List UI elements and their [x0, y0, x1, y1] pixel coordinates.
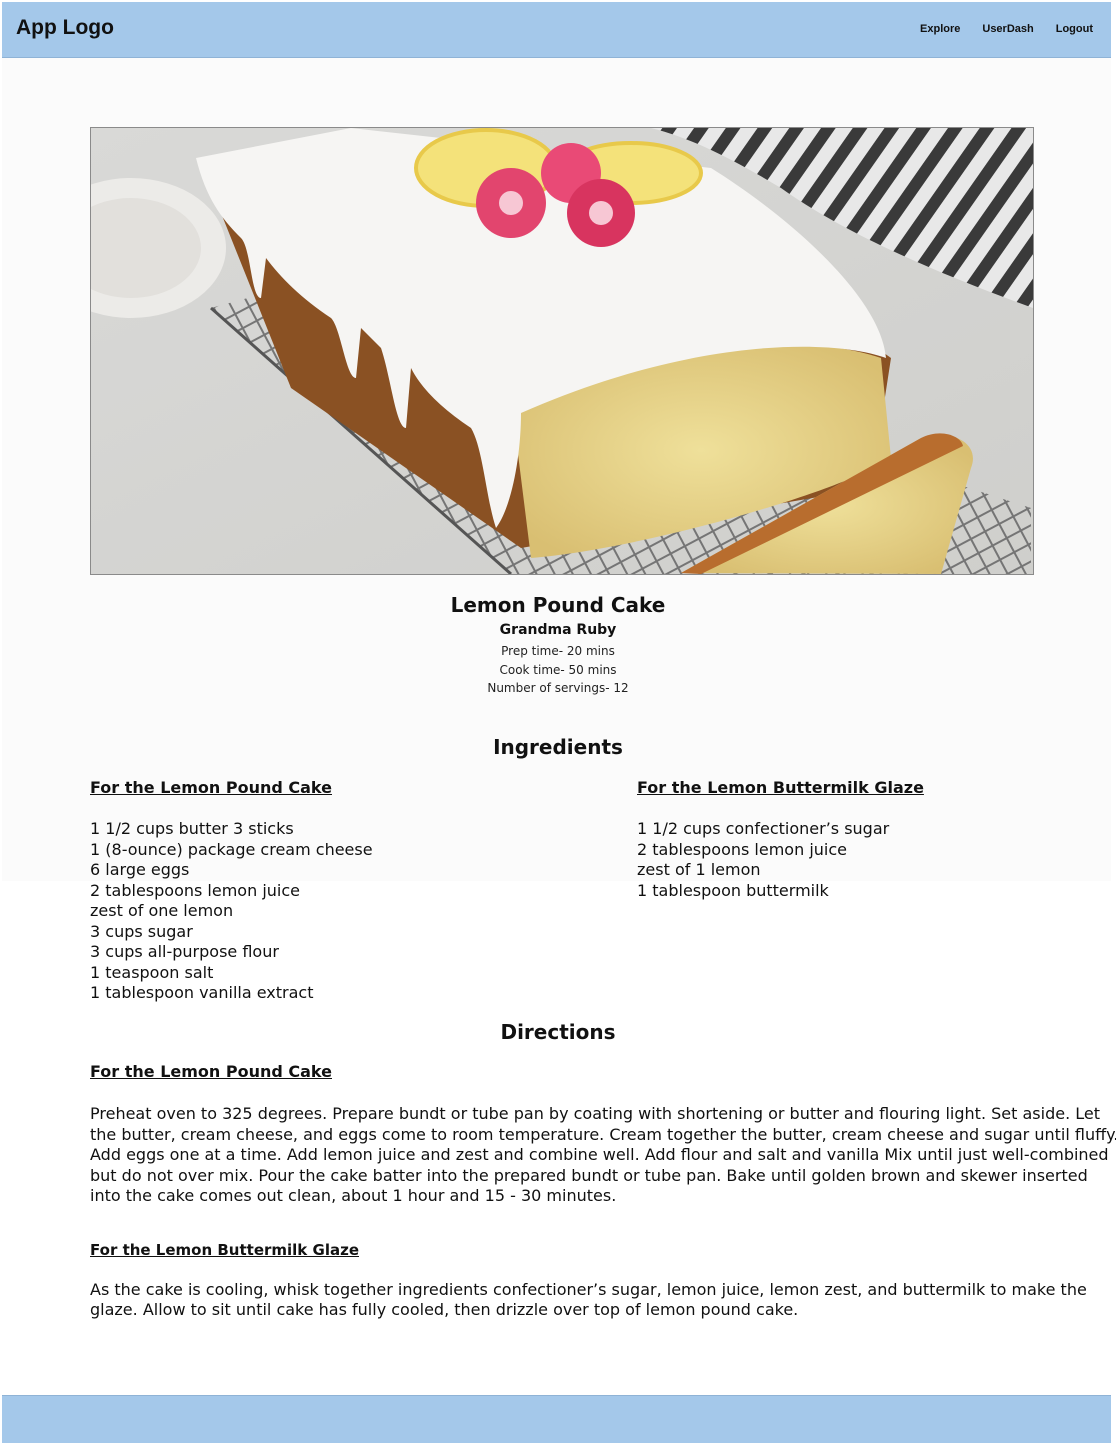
- list-item: 1 tablespoon vanilla extract: [90, 983, 314, 1002]
- nav-logout-link[interactable]: Logout: [1056, 23, 1093, 35]
- list-item: 1 1/2 cups butter 3 sticks: [90, 819, 294, 838]
- list-item: 2 tablespoons lemon juice: [90, 880, 300, 900]
- app-logo[interactable]: App Logo: [16, 16, 114, 40]
- list-item: zest of one lemon: [90, 901, 234, 920]
- recipe-title: Lemon Pound Cake: [450, 593, 666, 617]
- recipe-hero-image: [90, 127, 1034, 575]
- nav-explore-link[interactable]: Explore: [920, 23, 960, 35]
- top-nav: Explore UserDash Logout: [920, 23, 1093, 35]
- list-item: 3 cups sugar: [90, 921, 193, 941]
- directions-cake-subheading: For the Lemon Pound Cake: [90, 1062, 332, 1081]
- app-footer: [2, 1395, 1111, 1443]
- ingredients-cake-list: 1 1/2 cups butter 3 sticks 1 (8-ounce) p…: [90, 819, 373, 1004]
- list-item: 6 large eggs: [90, 860, 190, 879]
- list-item: 1 teaspoon salt: [90, 962, 214, 982]
- directions-heading: Directions: [500, 1020, 616, 1044]
- servings: Number of servings- 12: [487, 681, 629, 695]
- directions-cake-text: Preheat oven to 325 degrees. Prepare bun…: [90, 1104, 1116, 1205]
- list-item: zest of 1 lemon: [637, 860, 761, 879]
- recipe-author: Grandma Ruby: [499, 622, 617, 638]
- ingredients-cake-subheading: For the Lemon Pound Cake: [90, 778, 332, 797]
- ingredients-glaze-list: 1 1/2 cups confectioner’s sugar 2 tables…: [637, 819, 889, 901]
- cake-photo-illustration: [91, 128, 1033, 574]
- list-item: 1 tablespoon buttermilk: [637, 880, 829, 900]
- ingredients-glaze-subheading: For the Lemon Buttermilk Glaze: [637, 778, 924, 797]
- prep-time: Prep time- 20 mins: [501, 644, 615, 658]
- list-item: 1 1/2 cups confectioner’s sugar: [637, 819, 890, 838]
- nav-userdash-link[interactable]: UserDash: [982, 23, 1033, 35]
- list-item: 2 tablespoons lemon juice: [637, 839, 847, 859]
- cook-time: Cook time- 50 mins: [499, 663, 617, 677]
- app-header: App Logo Explore UserDash Logout: [2, 2, 1111, 58]
- ingredients-heading: Ingredients: [493, 735, 623, 759]
- directions-glaze-text: As the cake is cooling, whisk together i…: [90, 1280, 1087, 1319]
- directions-glaze-subheading: For the Lemon Buttermilk Glaze: [90, 1241, 359, 1259]
- list-item: 1 (8-ounce) package cream cheese: [90, 839, 373, 859]
- list-item: 3 cups all-purpose flour: [90, 942, 279, 961]
